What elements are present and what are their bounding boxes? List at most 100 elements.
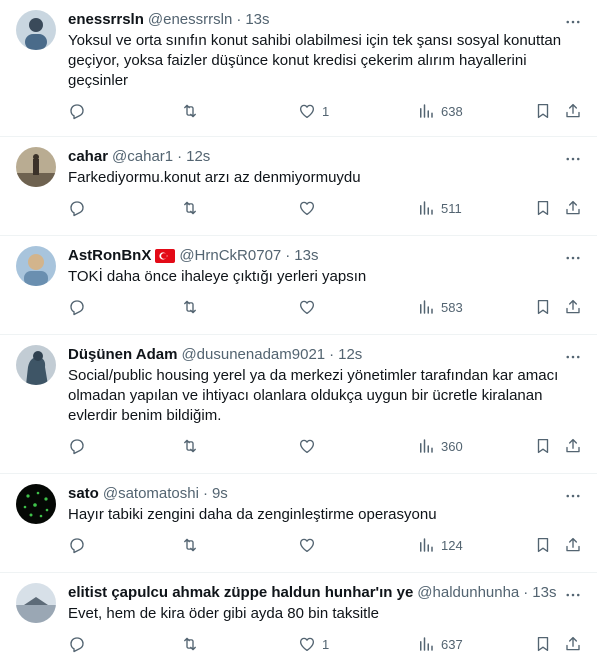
retweet-button[interactable]: [181, 297, 199, 317]
share-icon: [566, 299, 580, 314]
separator: ·: [202, 485, 208, 502]
retweet-button[interactable]: [181, 436, 199, 456]
timestamp[interactable]: 13s: [294, 246, 318, 266]
share-button[interactable]: [564, 198, 582, 218]
like-button[interactable]: [298, 198, 322, 218]
action-bar: 1 637: [68, 624, 580, 668]
reply-button[interactable]: [68, 634, 86, 654]
more-icon: [566, 157, 580, 161]
tweet[interactable]: enessrrsln @enessrrsln · 13s Yoksul ve o…: [0, 0, 597, 137]
reply-icon: [70, 637, 84, 653]
views-icon: [420, 104, 433, 118]
timestamp[interactable]: 13s: [245, 10, 269, 30]
views-button[interactable]: 360: [417, 436, 463, 456]
avatar[interactable]: [16, 484, 56, 524]
retweet-button[interactable]: [181, 634, 199, 654]
retweet-button[interactable]: [181, 198, 199, 218]
view-count: 360: [441, 438, 463, 454]
bookmark-button[interactable]: [534, 436, 552, 456]
user-handle[interactable]: @cahar1: [112, 147, 173, 167]
more-options-button[interactable]: [563, 12, 583, 32]
share-icon: [566, 537, 580, 552]
user-handle[interactable]: @enessrrsln: [148, 10, 232, 30]
display-name[interactable]: cahar: [68, 147, 108, 167]
views-button[interactable]: 124: [417, 535, 463, 555]
tweet-feed: enessrrsln @enessrrsln · 13s Yoksul ve o…: [0, 0, 597, 671]
action-bar: 583: [68, 287, 580, 331]
view-count: 124: [441, 537, 463, 553]
reply-button[interactable]: [68, 535, 86, 555]
views-icon: [420, 439, 433, 453]
bookmark-button[interactable]: [534, 535, 552, 555]
share-button[interactable]: [564, 101, 582, 121]
views-button[interactable]: 637: [417, 634, 463, 654]
share-icon: [566, 438, 580, 453]
share-button[interactable]: [564, 535, 582, 555]
share-button[interactable]: [564, 634, 582, 654]
more-options-button[interactable]: [563, 486, 583, 506]
reply-button[interactable]: [68, 436, 86, 456]
display-name[interactable]: AstRonBnX: [68, 246, 151, 266]
retweet-button[interactable]: [181, 101, 199, 121]
bookmark-icon: [537, 537, 549, 553]
avatar[interactable]: [16, 246, 56, 286]
tweet-text: Hayır tabiki zengini daha da zenginleşti…: [68, 506, 437, 523]
reply-button[interactable]: [68, 198, 86, 218]
share-button[interactable]: [564, 297, 582, 317]
retweet-button[interactable]: [181, 535, 199, 555]
user-handle[interactable]: @haldunhunha: [417, 583, 519, 603]
display-name[interactable]: elitist çapulcu ahmak züppe haldun hunha…: [68, 583, 413, 603]
tweet-text: Farkediyormu.konut arzı az denmiyormuydu: [68, 169, 361, 186]
bookmark-button[interactable]: [534, 634, 552, 654]
reply-icon: [70, 300, 84, 316]
user-handle[interactable]: @dusunenadam9021: [181, 345, 325, 365]
tweet[interactable]: elitist çapulcu ahmak züppe haldun hunha…: [0, 573, 597, 671]
user-handle[interactable]: @satomatoshi: [103, 484, 199, 504]
share-button[interactable]: [564, 436, 582, 456]
views-button[interactable]: 638: [417, 101, 463, 121]
bookmark-button[interactable]: [534, 198, 552, 218]
retweet-icon: [184, 637, 196, 651]
more-options-button[interactable]: [563, 149, 583, 169]
display-name[interactable]: Düşünen Adam: [68, 345, 177, 365]
share-icon: [566, 200, 580, 215]
view-count: 637: [441, 636, 463, 652]
share-icon: [566, 636, 580, 651]
user-handle[interactable]: @HrnCkR0707: [179, 246, 281, 266]
more-icon: [566, 20, 580, 24]
reply-icon: [70, 104, 84, 120]
tweet-text: Yoksul ve orta sınıfın konut sahibi olab…: [68, 32, 562, 89]
timestamp[interactable]: 9s: [212, 484, 228, 504]
views-icon: [420, 637, 433, 651]
avatar[interactable]: [16, 583, 56, 623]
avatar[interactable]: [16, 147, 56, 187]
reply-button[interactable]: [68, 101, 86, 121]
avatar[interactable]: [16, 10, 56, 50]
like-button[interactable]: [298, 535, 322, 555]
views-button[interactable]: 511: [417, 198, 462, 218]
like-button[interactable]: [298, 436, 322, 456]
bookmark-icon: [537, 200, 549, 216]
tweet[interactable]: cahar @cahar1 · 12s Farkediyormu.konut a…: [0, 137, 597, 236]
reply-button[interactable]: [68, 297, 86, 317]
tweet[interactable]: Düşünen Adam @dusunenadam9021 · 12s Soci…: [0, 335, 597, 474]
display-name[interactable]: sato: [68, 484, 99, 504]
timestamp[interactable]: 13s: [532, 583, 556, 603]
display-name[interactable]: enessrrsln: [68, 10, 144, 30]
views-icon: [420, 538, 433, 552]
more-options-button[interactable]: [563, 585, 583, 605]
tweet[interactable]: sato @satomatoshi · 9s Hayır tabiki zeng…: [0, 474, 597, 573]
more-options-button[interactable]: [563, 248, 583, 268]
bookmark-button[interactable]: [534, 101, 552, 121]
more-icon: [566, 355, 580, 359]
avatar[interactable]: [16, 345, 56, 385]
tweet[interactable]: AstRonBnX @HrnCkR0707 · 13s TOKİ daha ön…: [0, 236, 597, 335]
like-button[interactable]: [298, 297, 322, 317]
like-button[interactable]: 1: [298, 101, 329, 121]
bookmark-button[interactable]: [534, 297, 552, 317]
timestamp[interactable]: 12s: [338, 345, 362, 365]
views-button[interactable]: 583: [417, 297, 463, 317]
like-button[interactable]: 1: [298, 634, 329, 654]
more-options-button[interactable]: [563, 347, 583, 367]
timestamp[interactable]: 12s: [186, 147, 210, 167]
